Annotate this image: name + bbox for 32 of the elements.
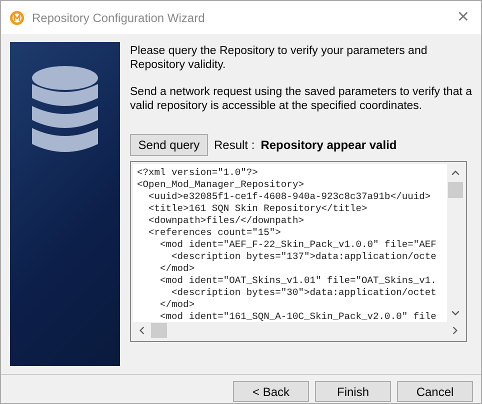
instruction-text: Send a network request using the saved parameters to verify that a valid repository is accessible at the specified coordinates.	[130, 85, 472, 113]
app-logo-icon	[9, 10, 25, 26]
xml-line: <mod ident="OAT_Skins_v1.01" file="OAT_Skins_v1.	[159, 275, 438, 287]
xml-line: <downpath>files/</downpath>	[148, 215, 305, 227]
xml-line: <description bytes="137">data:application/octe	[170, 251, 438, 263]
vertical-scrollbar[interactable]	[447, 164, 464, 322]
xml-line: <?xml version="1.0"?>	[137, 167, 259, 179]
scroll-left-icon[interactable]	[139, 326, 145, 335]
xml-line: </mod>	[159, 263, 196, 275]
instruction-text: Please query the Repository to verify your parameters and Repository validity.	[130, 44, 428, 72]
wizard-button[interactable]: < Back	[233, 381, 309, 402]
xml-line: <Open_Mod_Manager_Repository>	[137, 179, 305, 191]
scroll-thumb[interactable]	[448, 182, 463, 198]
close-button[interactable]: ×	[453, 6, 473, 29]
xml-line: <title>161 SQN Skin Repository</title>	[148, 203, 368, 215]
response-text-area[interactable]	[130, 161, 467, 342]
wizard-button[interactable]: Cancel	[397, 381, 473, 402]
xml-line: <description bytes="30">data:application/octet	[170, 287, 438, 299]
result-text: Repository appear valid	[260, 138, 397, 152]
send-query-button[interactable]: Send query	[130, 134, 208, 156]
scroll-up-icon[interactable]	[451, 170, 460, 176]
scroll-down-icon[interactable]	[451, 310, 460, 316]
xml-line: </mod>	[159, 299, 196, 311]
wizard-button[interactable]: Finish	[315, 381, 391, 402]
xml-line: <references count="15">	[148, 227, 282, 239]
xml-line: <mod ident="AEF_F-22_Skin_Pack_v1.0.0" file="AEF	[159, 239, 438, 251]
xml-line: <mod ident="161_SQN_A-10C_Skin_Pack_v2.0.0" file	[159, 311, 438, 322]
xml-line: <uuid>e32085f1-ce1f-4608-940a-923c8c37a91b</uuid>	[148, 191, 432, 203]
scroll-thumb[interactable]	[151, 323, 167, 338]
result-label: Result :	[214, 138, 255, 152]
window-title: Repository Configuration Wizard	[32, 10, 206, 24]
scroll-right-icon[interactable]	[452, 326, 458, 335]
